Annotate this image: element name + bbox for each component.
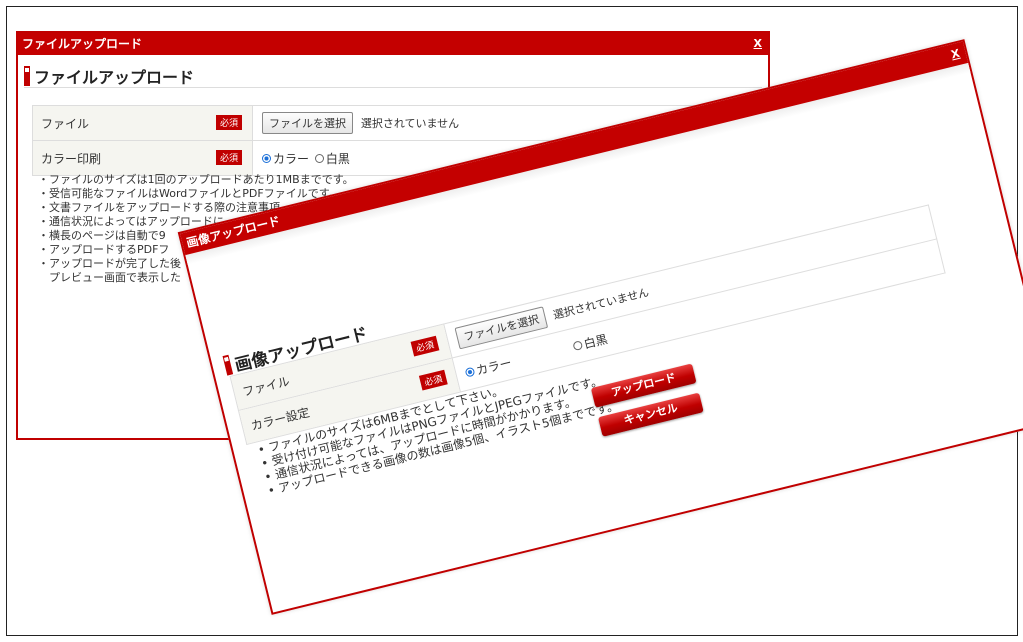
required-badge: 必須 <box>418 369 448 391</box>
monochrome-radio[interactable]: 白黒 <box>314 150 350 167</box>
radio-selected-icon <box>464 366 476 378</box>
color-radio[interactable]: カラー <box>463 353 513 381</box>
note-item: ・受信可能なファイルはWordファイルとPDFファイルです。 <box>38 187 340 200</box>
required-badge: 必須 <box>410 335 440 357</box>
color-setting-label: カラー設定 <box>249 404 311 433</box>
file-status: 選択されていません <box>360 117 460 130</box>
choose-file-button[interactable]: ファイルを選択 <box>262 112 353 134</box>
heading-mark-icon <box>222 354 234 376</box>
close-icon[interactable]: X <box>949 43 962 66</box>
radio-selected-icon <box>262 153 271 163</box>
close-icon[interactable]: X <box>754 33 762 55</box>
radio-unselected-icon <box>572 339 583 351</box>
color-radio[interactable]: カラー <box>262 150 309 167</box>
file-label: ファイル <box>41 116 90 131</box>
section-heading: ファイルアップロード <box>24 65 762 88</box>
heading-mark-icon <box>24 66 30 86</box>
radio-unselected-icon <box>314 153 324 163</box>
dialog-title: ファイルアップロード <box>22 37 143 51</box>
required-badge: 必須 <box>215 150 242 165</box>
dialog-titlebar: ファイルアップロード X <box>18 33 768 55</box>
monochrome-radio[interactable]: 白黒 <box>571 330 609 355</box>
file-label: ファイル <box>240 373 291 399</box>
page-title: ファイルアップロード <box>34 68 195 87</box>
color-print-label: カラー印刷 <box>41 151 102 166</box>
note-item: ・ファイルのサイズは1回のアップロードあたり1MBまでです。 <box>38 173 354 186</box>
required-badge: 必須 <box>215 115 242 130</box>
